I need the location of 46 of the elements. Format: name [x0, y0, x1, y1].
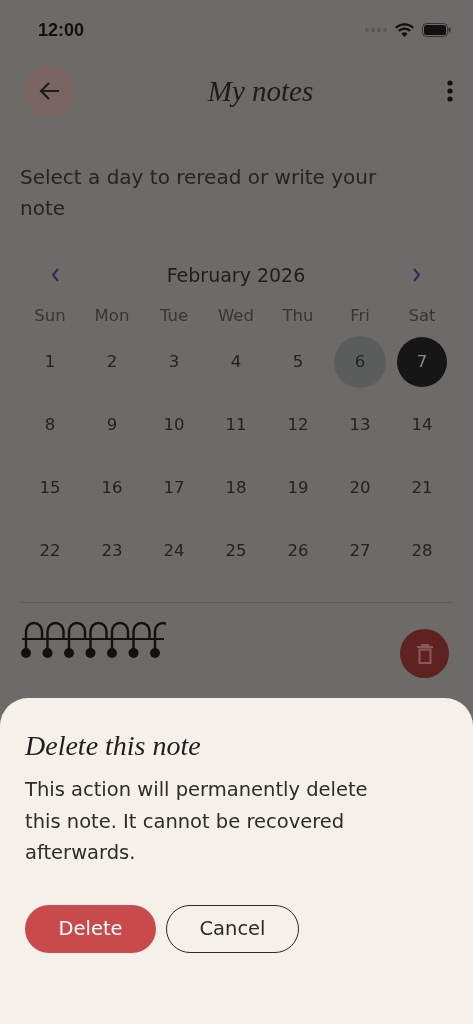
calendar-day[interactable]: 2: [86, 335, 138, 388]
calendar-day[interactable]: 16: [86, 461, 138, 514]
calendar-day[interactable]: 7: [397, 336, 447, 387]
dialog-message: This action will permanently delete this note. It cannot be recovered afterwards.: [25, 777, 369, 866]
battery-icon: [422, 23, 451, 37]
screen-title: My notes: [206, 74, 315, 108]
delete-button[interactable]: Delete: [25, 904, 156, 953]
calendar-day[interactable]: 1: [24, 335, 76, 388]
weekday-label: Thu: [281, 306, 315, 327]
calendar-day[interactable]: 10: [148, 398, 200, 451]
chevron-right-icon: [412, 268, 421, 282]
weekday-label: Sun: [33, 306, 67, 327]
calendar-day[interactable]: 20: [334, 461, 386, 514]
chevron-left-icon: [51, 268, 60, 282]
instruction-text: Select a day to reread or write your note: [20, 164, 378, 222]
calendar-day[interactable]: 23: [86, 524, 138, 577]
calendar-day[interactable]: 26: [272, 524, 324, 577]
calendar-day[interactable]: 18: [210, 461, 262, 514]
calendar-day[interactable]: 19: [272, 461, 324, 514]
calendar-day[interactable]: 27: [334, 524, 386, 577]
calendar-day[interactable]: 21: [396, 461, 448, 514]
calendar-day[interactable]: 9: [86, 398, 138, 451]
dialog-title: Delete this note: [25, 730, 202, 762]
back-arrow-icon: [38, 81, 60, 101]
wifi-icon: [395, 23, 414, 37]
calendar-day[interactable]: 15: [24, 461, 76, 514]
calendar-day[interactable]: 5: [272, 335, 324, 388]
calendar-day[interactable]: 3: [148, 335, 200, 388]
calendar-day[interactable]: 6: [334, 335, 386, 388]
back-button[interactable]: [24, 66, 74, 116]
status-time: 12:00: [38, 19, 85, 41]
calendar-day[interactable]: 24: [148, 524, 200, 577]
calendar-day[interactable]: 17: [148, 461, 200, 514]
weekday-label: Mon: [93, 306, 131, 327]
calendar-day[interactable]: 13: [334, 398, 386, 451]
calendar-day[interactable]: 12: [272, 398, 324, 451]
calendar-day[interactable]: 8: [24, 398, 76, 451]
calendar-day[interactable]: 22: [24, 524, 76, 577]
calendar-day[interactable]: 11: [210, 398, 262, 451]
calendar-day[interactable]: 14: [396, 398, 448, 451]
calendar-day[interactable]: 28: [396, 524, 448, 577]
calendar-day[interactable]: 4: [210, 335, 262, 388]
month-title: February 2026: [166, 264, 306, 286]
calendar-day[interactable]: 25: [210, 524, 262, 577]
trash-icon: [416, 643, 433, 664]
delete-note-button[interactable]: [400, 629, 449, 678]
